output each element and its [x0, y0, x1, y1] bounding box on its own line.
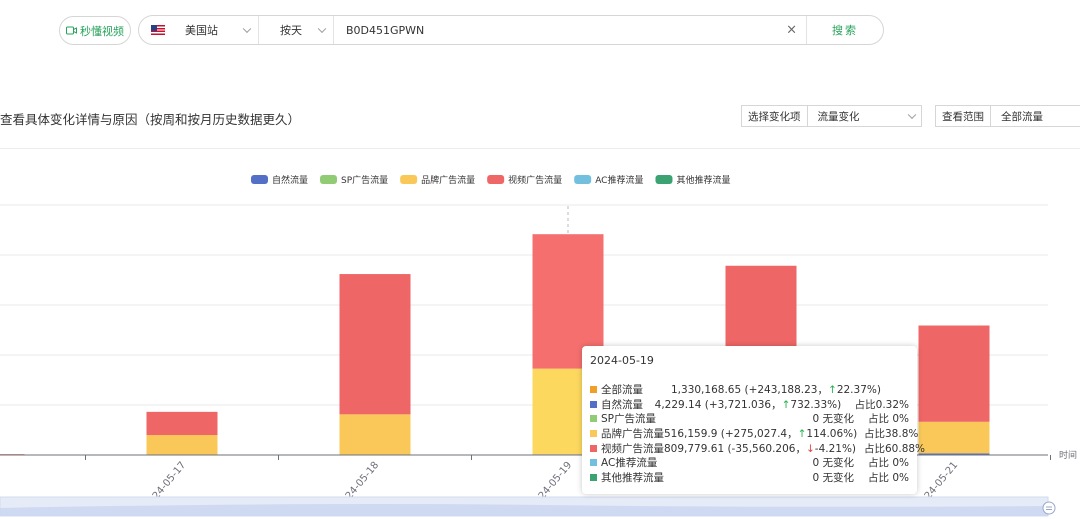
tooltip-row: 其他推荐流量 0 无变化 占比 0%: [590, 470, 909, 485]
tooltip-row: 全部流量 1,330,168.65 (+243,188.23，↑22.37%): [590, 382, 909, 397]
change-item-select[interactable]: 选择变化项 流量变化: [741, 105, 922, 127]
legend-label: SP广告流量: [341, 174, 388, 186]
asin-input[interactable]: [346, 23, 766, 37]
change-item-value: 流量变化: [817, 110, 860, 123]
datazoom-handle-icon: [1042, 501, 1056, 515]
tooltip-series-name: 视频广告流量: [601, 442, 664, 455]
tooltip-series-name: 其他推荐流量: [601, 471, 664, 484]
legend-label: 自然流量: [272, 174, 308, 186]
site-select[interactable]: 美国站: [139, 16, 259, 44]
tooltip-series-value: 0 无变化: [812, 413, 854, 426]
tooltip-series-name: AC推荐流量: [601, 457, 658, 470]
series-color-swatch: [590, 444, 597, 452]
search-button[interactable]: 搜索: [807, 16, 883, 44]
legend-swatch: [251, 175, 268, 184]
tooltip-series-name: 自然流量: [601, 398, 643, 411]
tooltip-series-value: 0 无变化: [812, 457, 854, 470]
change-item-label: 选择变化项: [742, 106, 808, 126]
tooltip-date: 2024-05-19: [590, 354, 654, 367]
legend-swatch: [487, 175, 505, 184]
arrow-up-icon: ↑: [828, 383, 837, 396]
legend-swatch: [574, 175, 592, 184]
chevron-down-icon: [317, 24, 327, 34]
traffic-stacked-bar-chart: 2024-05-17 2024-05-18 2024-05-19 2024-05-21…: [0, 174, 1077, 517]
legend-swatch: [400, 175, 418, 184]
tooltip-series-name: 全部流量: [601, 383, 643, 396]
arrow-up-icon: ↑: [797, 427, 807, 440]
change-item-value-wrap[interactable]: 流量变化: [808, 106, 922, 126]
tooltip-row: SP广告流量 0 无变化 占比 0%: [590, 411, 909, 426]
legend-swatch: [320, 175, 338, 184]
bar-segment: [339, 414, 411, 455]
tooltip-series-value: 516,159.9 (+275,027.4，↑114.06%): [664, 427, 858, 440]
x-axis-name: 时间: [1059, 449, 1077, 461]
chevron-down-icon: [242, 24, 252, 34]
bar-segment: [918, 325, 990, 422]
tooltip-series-ratio: 占比 0%: [867, 413, 909, 426]
bar-segment: [339, 274, 411, 415]
tooltip-rows: 全部流量 1,330,168.65 (+243,188.23，↑22.37%) 自然…: [590, 382, 925, 485]
tooltip-series-ratio: 占比 0%: [867, 457, 909, 470]
legend-label: 其他推荐流量: [676, 174, 730, 186]
range-label: 查看范围: [936, 106, 991, 126]
bar-segment: [146, 411, 218, 436]
tooltip-row: 自然流量 4,229.14 (+3,721.036，↑732.33%) 占比0.32…: [590, 397, 909, 412]
series-color-swatch: [590, 473, 597, 481]
tooltip-row: 品牌广告流量 516,159.9 (+275,027.4，↑114.06%) 占比3…: [590, 426, 918, 441]
us-flag-icon: [151, 25, 165, 35]
tooltip-row: AC推荐流量 0 无变化 占比 0%: [590, 455, 909, 470]
video-camera-icon: [66, 26, 77, 35]
range-select[interactable]: 查看范围 全部流量: [935, 105, 1080, 127]
tooltip-series-ratio: 占比0.32%: [854, 398, 909, 411]
search-bar: 美国站 按天 × 搜索: [138, 15, 884, 45]
tooltip-series-name: SP广告流量: [601, 413, 656, 426]
tooltip-series-value: 0 无变化: [812, 471, 854, 484]
bar-segment: [918, 421, 990, 454]
asin-input-wrapper: ×: [334, 16, 807, 44]
video-guide-label: 秒懂视频: [80, 24, 124, 38]
arrow-down-icon: ↓: [805, 442, 815, 455]
legend-swatch: [655, 175, 673, 184]
clear-icon[interactable]: ×: [786, 23, 797, 38]
tooltip-series-value: 1,330,168.65 (+243,188.23，↑22.37%): [671, 383, 881, 396]
legend-label: 视频广告流量: [508, 174, 562, 186]
video-guide-button[interactable]: 秒懂视频: [59, 16, 131, 45]
series-color-swatch: [590, 459, 597, 467]
tooltip-series-value: 4,229.14 (+3,721.036，↑732.33%): [654, 398, 842, 411]
range-value-wrap[interactable]: 全部流量: [991, 106, 1080, 126]
section-divider: [0, 148, 1080, 149]
legend-label: 品牌广告流量: [421, 174, 475, 186]
tooltip-series-ratio: 占比60.88%: [864, 442, 926, 455]
period-select-value: 按天: [280, 24, 302, 37]
tooltip-series-ratio: 占比38.8%: [864, 427, 919, 440]
chart-tooltip: 2024-05-19 全部流量 1,330,168.65 (+243,188.23…: [582, 346, 925, 494]
arrow-up-icon: ↑: [781, 398, 791, 411]
range-value: 全部流量: [1001, 110, 1043, 123]
legend-label: AC推荐流量: [595, 174, 643, 186]
series-color-swatch: [590, 385, 597, 393]
tooltip-series-ratio: 占比 0%: [867, 471, 909, 484]
bar-segment: [146, 435, 218, 455]
tooltip-row: 视频广告流量 809,779.61 (-35,560.206，↓-4.21%) 占比…: [590, 441, 925, 456]
site-select-value: 美国站: [185, 24, 218, 37]
series-color-swatch: [590, 415, 597, 423]
series-color-swatch: [590, 429, 597, 437]
chevron-down-icon: [907, 110, 917, 120]
section-title: 查看具体变化详情与原因（按周和按月历史数据更久）: [0, 112, 301, 127]
period-select[interactable]: 按天: [259, 16, 334, 44]
tooltip-series-value: 809,779.61 (-35,560.206，↓-4.21%): [664, 442, 857, 455]
series-color-swatch: [590, 400, 597, 408]
tooltip-series-name: 品牌广告流量: [601, 427, 664, 440]
